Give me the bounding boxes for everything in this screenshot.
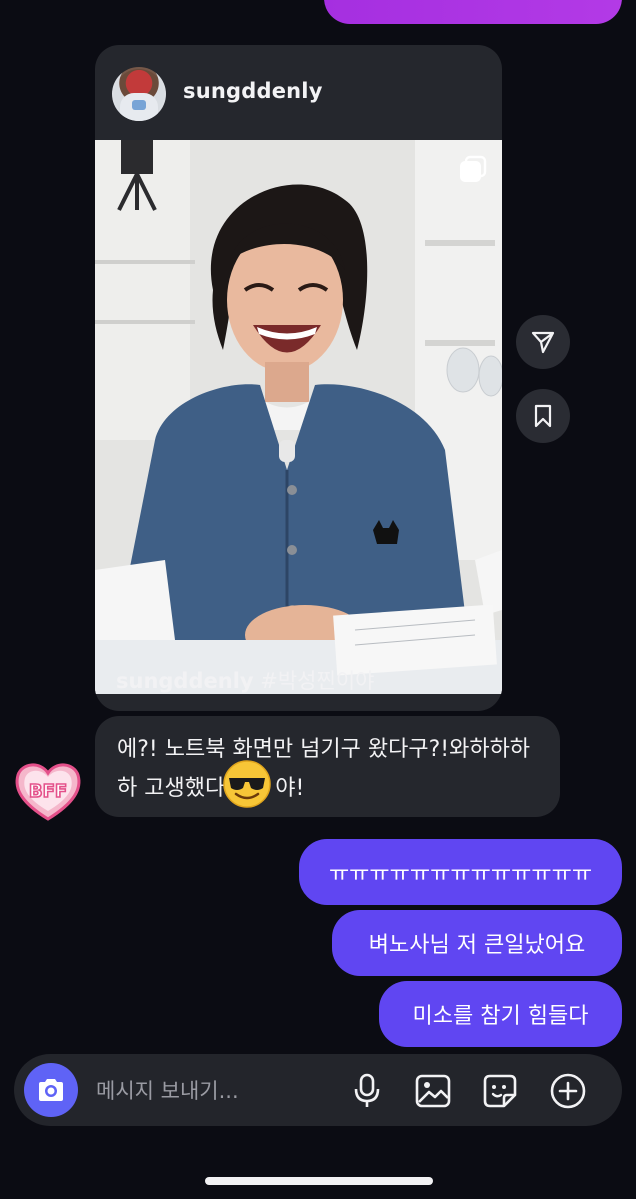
sender-avatar[interactable]: BFF — [12, 757, 84, 823]
shared-post-card[interactable]: sungddenly sungddenly #박성찐이야 — [95, 45, 502, 711]
microphone-icon — [354, 1073, 380, 1107]
post-photo[interactable] — [95, 140, 502, 694]
sunglasses-emoji-icon — [221, 758, 273, 810]
gallery-button[interactable] — [414, 1072, 452, 1110]
sent-message-bubble[interactable]: ㅠㅠㅠㅠㅠㅠㅠㅠㅠㅠㅠㅠㅠ — [299, 839, 622, 905]
svg-text:BFF: BFF — [29, 781, 67, 802]
more-options-button[interactable] — [549, 1072, 587, 1110]
sticker-button[interactable] — [481, 1072, 519, 1110]
sticker-icon — [483, 1074, 517, 1108]
paper-plane-icon — [531, 331, 555, 354]
previous-sent-bubble[interactable] — [324, 0, 622, 24]
sent-message-text: 벼노사님 저 큰일났어요 — [368, 933, 586, 958]
plus-circle-icon — [550, 1073, 586, 1109]
received-message-bubble[interactable]: 에?! 노트북 화면만 넘기구 왔다구?!와하하하하 고생했다 야! — [95, 716, 560, 817]
camera-icon — [39, 1079, 63, 1101]
save-post-button[interactable] — [516, 389, 570, 443]
bff-heart-icon: BFF — [15, 763, 81, 821]
image-icon — [415, 1074, 451, 1108]
post-photo-illustration — [95, 140, 502, 694]
caption-username[interactable]: sungddenly — [116, 669, 254, 693]
sent-message-bubble[interactable]: 미소를 참기 힘들다 — [379, 981, 622, 1047]
voice-message-button[interactable] — [348, 1072, 386, 1110]
sent-message-text: 미소를 참기 힘들다 — [412, 1004, 589, 1029]
received-message-text: 에?! 노트북 화면만 넘기구 왔다구?!와하하하하 고생했다 야! — [117, 732, 547, 810]
carousel-icon — [458, 154, 488, 184]
message-input[interactable] — [94, 1072, 348, 1110]
post-caption: sungddenly #박성찐이야 — [116, 665, 374, 695]
message-composer — [14, 1054, 622, 1126]
share-post-button[interactable] — [516, 315, 570, 369]
received-text-main: 에?! 노트북 화면만 넘기구 왔다구?!와하하하하 고생했다 — [117, 737, 531, 801]
received-text-tail: 야! — [275, 776, 305, 801]
sent-message-bubble[interactable]: 벼노사님 저 큰일났어요 — [332, 910, 622, 976]
sent-message-text: ㅠㅠㅠㅠㅠㅠㅠㅠㅠㅠㅠㅠㅠ — [328, 862, 593, 887]
camera-button[interactable] — [24, 1063, 78, 1117]
caption-hashtag[interactable]: #박성찐이야 — [260, 669, 374, 693]
post-author-avatar[interactable] — [112, 67, 166, 121]
post-author-username[interactable]: sungddenly — [183, 79, 323, 103]
bookmark-icon — [534, 404, 552, 428]
post-header[interactable]: sungddenly — [95, 45, 502, 140]
home-indicator[interactable] — [205, 1177, 433, 1185]
